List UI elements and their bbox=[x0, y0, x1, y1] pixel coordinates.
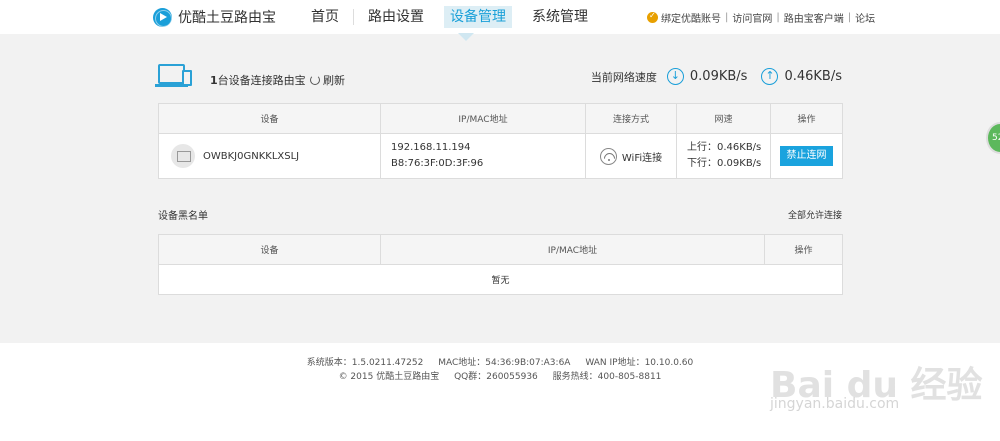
upload-arrow-icon: ↑ bbox=[761, 68, 779, 85]
baidu-watermark: Bai du 经验 jingyan.baidu.com bbox=[770, 356, 990, 416]
qq-group: QQ群：260055936 bbox=[454, 372, 538, 382]
service-hotline: 服务热线：400-805-8811 bbox=[552, 372, 662, 382]
col-connection: 连接方式 bbox=[585, 103, 677, 134]
speed-label: 当前网络速度 bbox=[590, 70, 657, 84]
bl-col-action: 操作 bbox=[764, 234, 843, 265]
nav-divider bbox=[353, 9, 354, 25]
link-forum[interactable]: 论坛 bbox=[855, 10, 875, 25]
refresh-icon bbox=[310, 75, 320, 85]
laptop-icon bbox=[171, 144, 195, 168]
col-ipmac: IP/MAC地址 bbox=[380, 103, 586, 134]
refresh-button[interactable]: 刷新 bbox=[310, 72, 345, 88]
device-table: 设备 IP/MAC地址 连接方式 网速 操作 OWBKJ0GNKKLXSLJ 1… bbox=[158, 103, 843, 179]
empty-placeholder: 暂无 bbox=[158, 264, 843, 295]
nav-home[interactable]: 首页 bbox=[305, 6, 345, 28]
main-nav: 首页 路由设置 设备管理 系统管理 bbox=[305, 6, 608, 28]
upload-speed: 0.46KB/s bbox=[784, 69, 842, 84]
coin-icon bbox=[647, 11, 658, 23]
blacklist-title: 设备黑名单 bbox=[158, 211, 208, 222]
col-speed: 网速 bbox=[676, 103, 771, 134]
download-arrow-icon: ↓ bbox=[666, 68, 684, 85]
nav-router-settings[interactable]: 路由设置 bbox=[362, 6, 430, 28]
active-nav-caret bbox=[458, 33, 474, 41]
device-summary: 1台设备连接路由宝 刷新 当前网络速度 ↓ 0.09KB/s ↑ 0.46KB/… bbox=[155, 64, 842, 90]
watermark-url: jingyan.baidu.com bbox=[770, 396, 900, 412]
connected-count: 1台设备连接路由宝 bbox=[210, 74, 306, 87]
table-row: 暂无 bbox=[158, 264, 843, 295]
network-speed: 当前网络速度 ↓ 0.09KB/s ↑ 0.46KB/s bbox=[591, 68, 842, 85]
link-official-site[interactable]: 访问官网 bbox=[732, 10, 772, 25]
col-action: 操作 bbox=[770, 103, 843, 134]
top-header: 优酷土豆路由宝 首页 路由设置 设备管理 系统管理 绑定优酷账号 | 访问官网 … bbox=[0, 0, 1000, 34]
nav-device-management[interactable]: 设备管理 bbox=[444, 6, 512, 28]
block-network-button[interactable]: 禁止连网 bbox=[780, 146, 833, 166]
devices-icon bbox=[155, 64, 194, 88]
connection-type: WiFi连接 bbox=[621, 152, 663, 164]
table-row: OWBKJ0GNKKLXSLJ 192.168.11.194 B8:76:3F:… bbox=[158, 133, 843, 179]
nav-system-management[interactable]: 系统管理 bbox=[526, 6, 594, 28]
download-speed: 0.09KB/s bbox=[689, 69, 748, 84]
wan-ip: WAN IP地址：10.10.0.60 bbox=[585, 358, 694, 368]
top-links: 绑定优酷账号 | 访问官网 | 路由宝客户端 | 论坛 bbox=[647, 10, 875, 25]
device-mac: B8:76:3F:0D:3F:96 bbox=[391, 158, 484, 169]
system-version: 系统版本：1.5.0211.47252 bbox=[306, 358, 424, 368]
wifi-icon bbox=[599, 147, 617, 165]
logo-text: 优酷土豆路由宝 bbox=[178, 10, 276, 26]
link-bind-account[interactable]: 绑定优酷账号 bbox=[661, 10, 721, 25]
blacklist-table: 设备 IP/MAC地址 操作 暂无 bbox=[158, 234, 843, 295]
col-device: 设备 bbox=[158, 103, 381, 134]
bl-col-device: 设备 bbox=[158, 234, 381, 265]
device-ip: 192.168.11.194 bbox=[391, 142, 471, 153]
download-rate: 下行：0.09KB/s bbox=[687, 158, 762, 169]
mac-address: MAC地址：54:36:9B:07:A3:6A bbox=[438, 358, 571, 368]
copyright: © 2015 优酷土豆路由宝 bbox=[338, 372, 440, 382]
logo[interactable]: 优酷土豆路由宝 bbox=[153, 7, 276, 27]
bl-col-ipmac: IP/MAC地址 bbox=[380, 234, 765, 265]
device-name: OWBKJ0GNKKLXSLJ bbox=[203, 150, 300, 162]
upload-rate: 上行：0.46KB/s bbox=[687, 142, 762, 153]
play-logo-icon bbox=[153, 7, 172, 27]
link-client[interactable]: 路由宝客户端 bbox=[784, 10, 844, 25]
allow-all-button[interactable]: 全部允许连接 bbox=[788, 208, 842, 221]
